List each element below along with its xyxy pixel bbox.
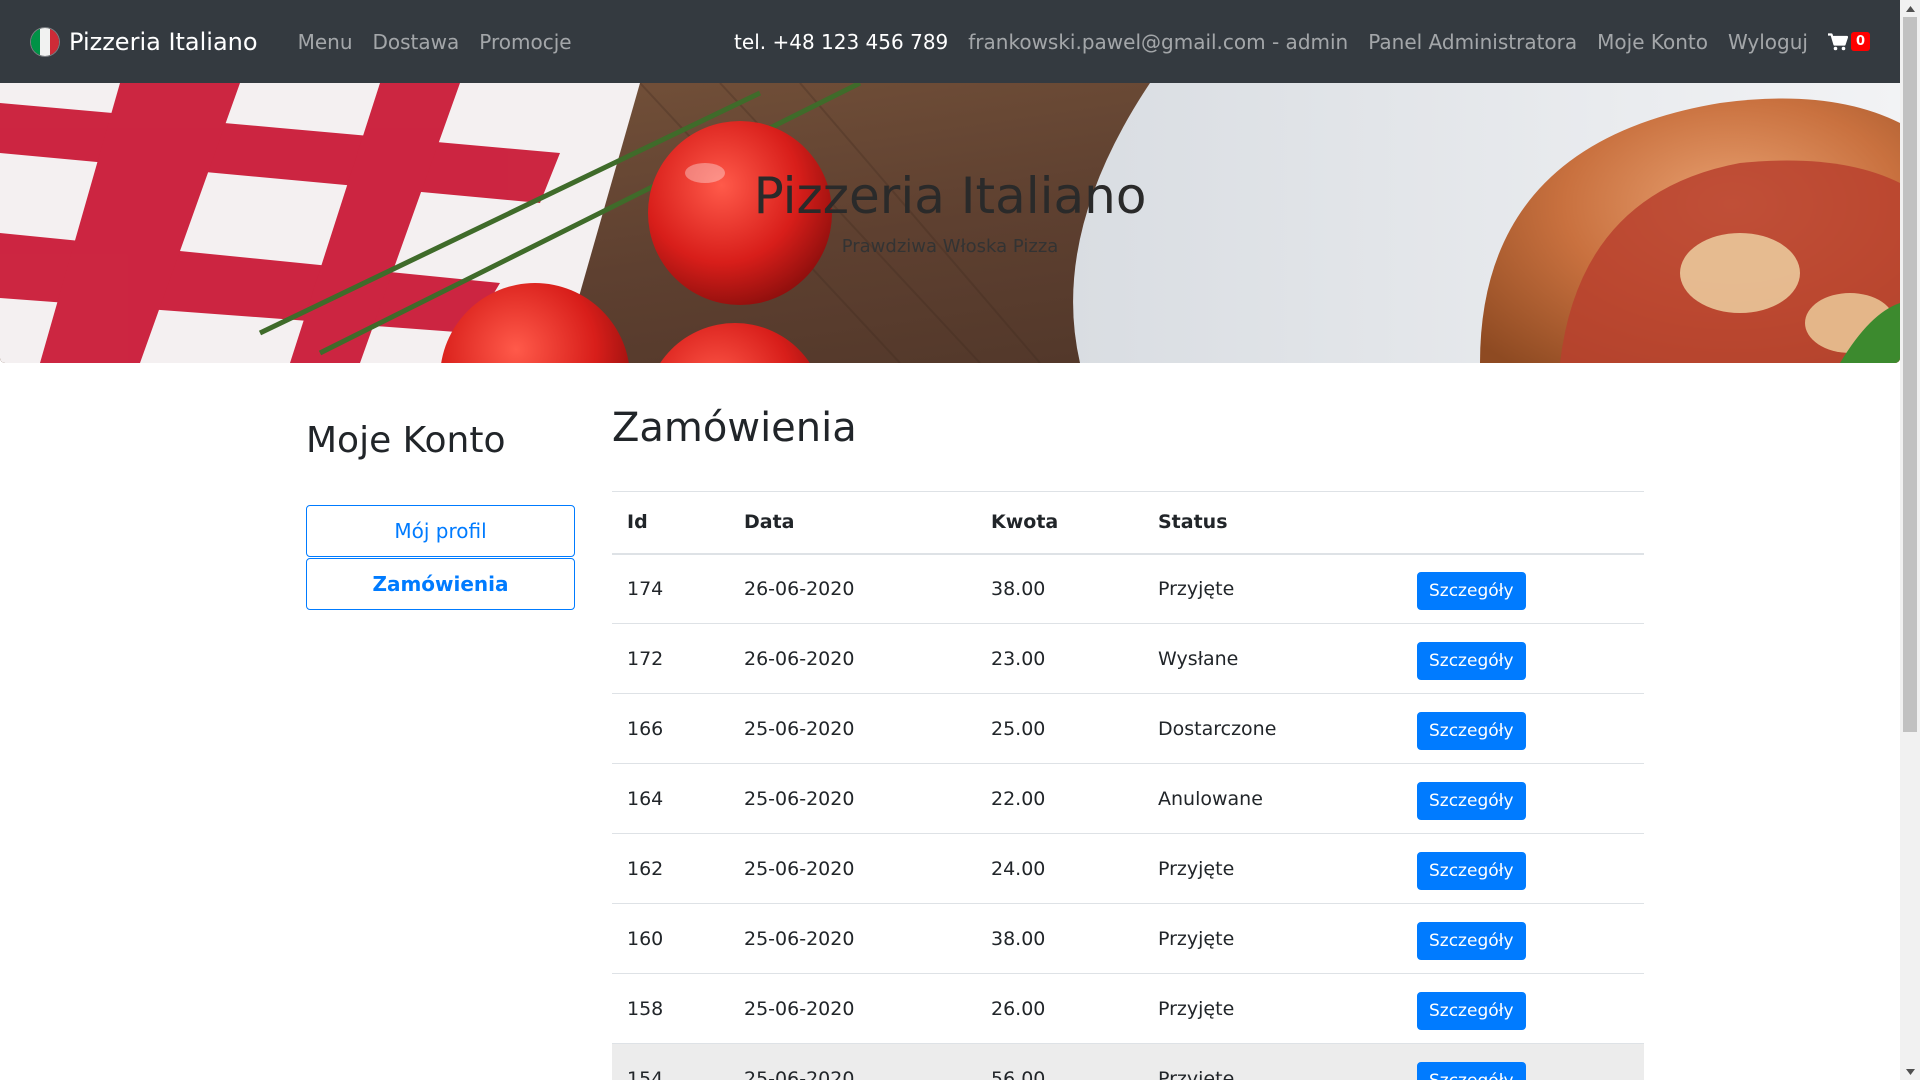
details-button[interactable]: Szczegóły <box>1417 782 1526 820</box>
cart-count-badge: 0 <box>1850 32 1870 51</box>
order-actions: Szczegóły <box>1402 623 1644 694</box>
hero-subtitle: Prawdziwa Włoska Pizza <box>841 236 1059 257</box>
table-header-row: Id Data Kwota Status <box>612 491 1644 555</box>
order-actions: Szczegóły <box>1402 553 1644 624</box>
order-status: Wysłane <box>1143 623 1402 694</box>
order-id: 174 <box>612 553 729 624</box>
order-id: 160 <box>612 903 729 974</box>
scroll-up-arrow-icon[interactable] <box>1900 0 1920 17</box>
table-row: 172 26-06-2020 23.00 Wysłane Szczegóły <box>612 623 1644 694</box>
order-id: 164 <box>612 763 729 834</box>
order-actions: Szczegóły <box>1402 1043 1644 1080</box>
table-row: 154 25-06-2020 56.00 Przyjęte Szczegóły <box>612 1043 1644 1080</box>
order-date: 25-06-2020 <box>729 973 976 1044</box>
table-row: 166 25-06-2020 25.00 Dostarczone Szczegó… <box>612 693 1644 764</box>
nav-menu-link[interactable]: Menu <box>288 30 363 54</box>
order-status: Przyjęte <box>1143 1043 1402 1080</box>
order-status: Przyjęte <box>1143 833 1402 904</box>
table-row: 174 26-06-2020 38.00 Przyjęte Szczegóły <box>612 553 1644 624</box>
order-id: 158 <box>612 973 729 1044</box>
order-id: 172 <box>612 623 729 694</box>
table-body: 174 26-06-2020 38.00 Przyjęte Szczegóły … <box>612 553 1644 1080</box>
brand-link[interactable]: Pizzeria Italiano <box>31 27 258 56</box>
order-id: 166 <box>612 693 729 764</box>
hero-title: Pizzeria Italiano <box>753 167 1147 225</box>
vertical-scrollbar[interactable] <box>1900 0 1920 1080</box>
hero-banner: Pizzeria Italiano Prawdziwa Włoska Pizza <box>0 83 1900 363</box>
table-row: 162 25-06-2020 24.00 Przyjęte Szczegóły <box>612 833 1644 904</box>
column-header-id: Id <box>612 491 729 555</box>
order-amount: 26.00 <box>976 973 1143 1044</box>
scrollbar-thumb[interactable] <box>1903 17 1917 732</box>
admin-panel-link[interactable]: Panel Administratora <box>1358 30 1587 54</box>
order-amount: 22.00 <box>976 763 1143 834</box>
logout-link[interactable]: Wyloguj <box>1718 30 1818 54</box>
page: Pizzeria Italiano Menu Dostawa Promocje … <box>0 0 1900 1080</box>
order-date: 26-06-2020 <box>729 623 976 694</box>
table-header: Id Data Kwota Status <box>612 491 1644 555</box>
details-button[interactable]: Szczegóły <box>1417 1062 1526 1080</box>
order-amount: 38.00 <box>976 553 1143 624</box>
order-status: Przyjęte <box>1143 973 1402 1044</box>
cart-button[interactable]: 0 <box>1818 32 1870 51</box>
scroll-down-arrow-icon[interactable] <box>1900 1063 1920 1080</box>
order-status: Dostarczone <box>1143 693 1402 764</box>
my-profile-button[interactable]: Mój profil <box>306 505 575 557</box>
user-nav: tel. +48 123 456 789 frankowski.pawel@gm… <box>724 30 1870 54</box>
order-actions: Szczegóły <box>1402 973 1644 1044</box>
order-amount: 38.00 <box>976 903 1143 974</box>
order-status: Anulowane <box>1143 763 1402 834</box>
table-row: 158 25-06-2020 26.00 Przyjęte Szczegóły <box>612 973 1644 1044</box>
order-id: 154 <box>612 1043 729 1080</box>
orders-heading: Zamówienia <box>612 405 857 451</box>
order-actions: Szczegóły <box>1402 693 1644 764</box>
order-status: Przyjęte <box>1143 553 1402 624</box>
italian-flag-icon <box>31 27 59 56</box>
nav-promotions-link[interactable]: Promocje <box>469 30 581 54</box>
details-button[interactable]: Szczegóły <box>1417 852 1526 890</box>
account-heading: Moje Konto <box>306 420 506 461</box>
order-date: 25-06-2020 <box>729 903 976 974</box>
order-id: 162 <box>612 833 729 904</box>
my-account-link[interactable]: Moje Konto <box>1587 30 1718 54</box>
column-header-actions <box>1402 491 1644 555</box>
main-nav: Menu Dostawa Promocje <box>288 30 582 54</box>
orders-table: Id Data Kwota Status 174 26-06-2020 38.0… <box>612 491 1644 1080</box>
navbar: Pizzeria Italiano Menu Dostawa Promocje … <box>0 0 1900 83</box>
order-date: 26-06-2020 <box>729 553 976 624</box>
order-actions: Szczegóły <box>1402 763 1644 834</box>
shopping-cart-icon <box>1827 32 1848 50</box>
order-actions: Szczegóły <box>1402 903 1644 974</box>
order-amount: 24.00 <box>976 833 1143 904</box>
nav-delivery-link[interactable]: Dostawa <box>363 30 470 54</box>
orders-button[interactable]: Zamówienia <box>306 558 575 610</box>
order-status: Przyjęte <box>1143 903 1402 974</box>
order-date: 25-06-2020 <box>729 693 976 764</box>
column-header-amount: Kwota <box>976 491 1143 555</box>
column-header-date: Data <box>729 491 976 555</box>
order-date: 25-06-2020 <box>729 833 976 904</box>
order-actions: Szczegóły <box>1402 833 1644 904</box>
table-row: 160 25-06-2020 38.00 Przyjęte Szczegóły <box>612 903 1644 974</box>
column-header-status: Status <box>1143 491 1402 555</box>
table-row: 164 25-06-2020 22.00 Anulowane Szczegóły <box>612 763 1644 834</box>
order-date: 25-06-2020 <box>729 1043 976 1080</box>
order-amount: 56.00 <box>976 1043 1143 1080</box>
order-date: 25-06-2020 <box>729 763 976 834</box>
order-amount: 25.00 <box>976 693 1143 764</box>
user-account-info[interactable]: frankowski.pawel@gmail.com - admin <box>958 30 1358 54</box>
order-amount: 23.00 <box>976 623 1143 694</box>
details-button[interactable]: Szczegóły <box>1417 572 1526 611</box>
details-button[interactable]: Szczegóły <box>1417 992 1526 1030</box>
phone-number: tel. +48 123 456 789 <box>734 29 949 54</box>
details-button[interactable]: Szczegóły <box>1417 922 1526 960</box>
brand-name: Pizzeria Italiano <box>69 27 258 56</box>
details-button[interactable]: Szczegóły <box>1417 642 1526 680</box>
details-button[interactable]: Szczegóły <box>1417 712 1526 750</box>
